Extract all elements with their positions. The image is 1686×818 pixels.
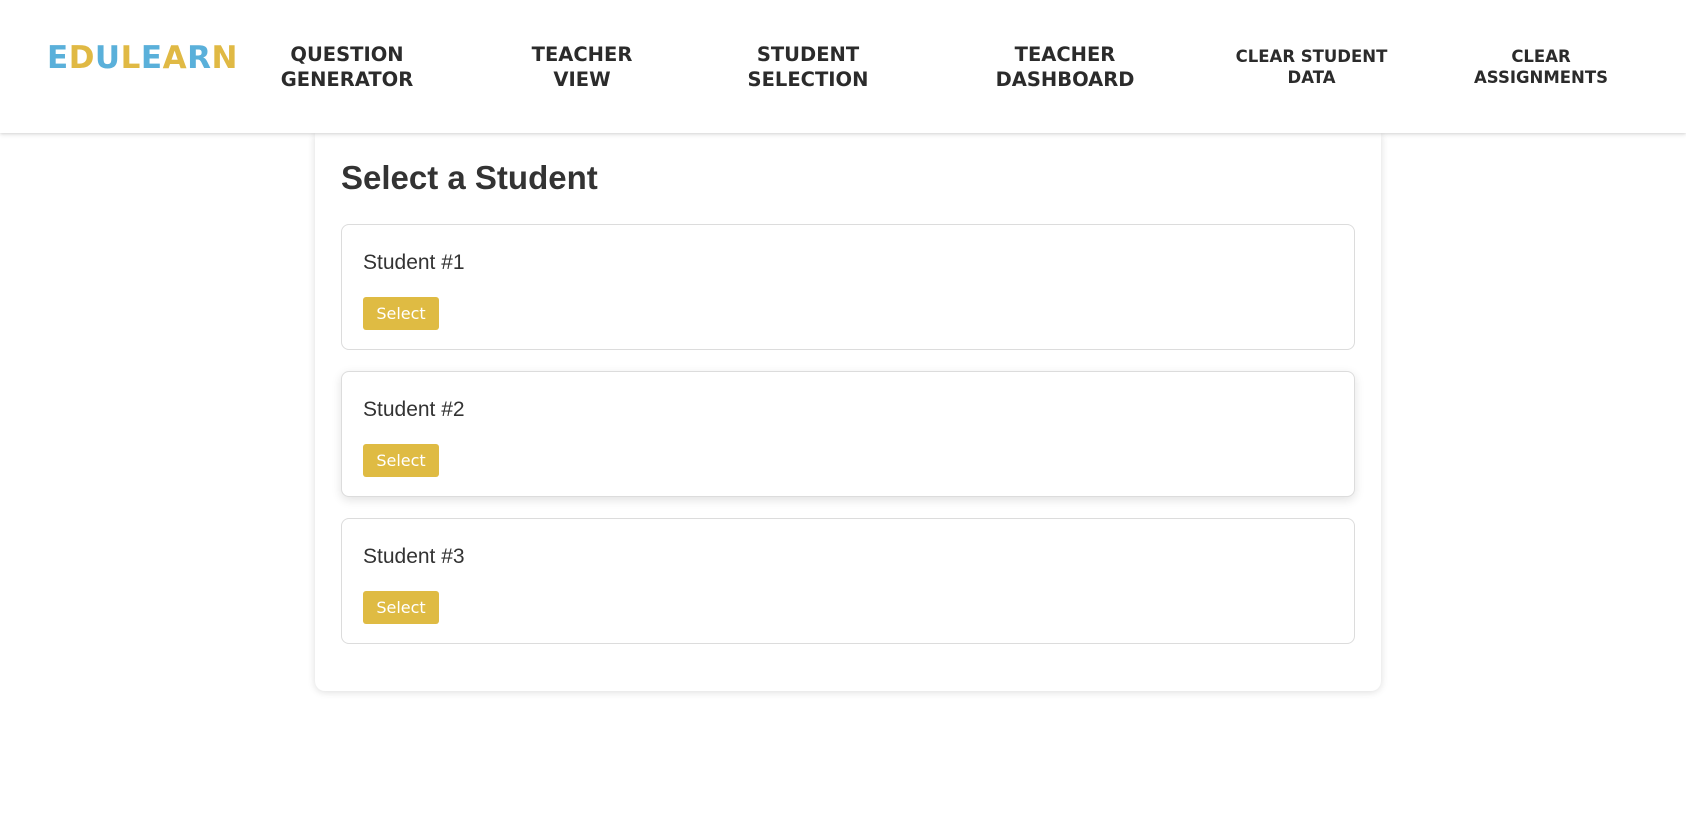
logo-letter: E <box>47 40 69 76</box>
nav-label-line: TEACHER <box>531 42 633 66</box>
nav-label-line: ASSIGNMENTS <box>1474 67 1608 87</box>
student-card: Student #3 Select <box>341 518 1355 644</box>
nav-label-line: DASHBOARD <box>995 67 1135 91</box>
nav-label-line: DATA <box>1287 67 1336 87</box>
nav-label-line: SELECTION <box>747 67 869 91</box>
student-name: Student #3 <box>363 545 465 568</box>
nav-label-line: CLEAR <box>1511 46 1571 66</box>
student-name: Student #2 <box>363 398 465 421</box>
nav-teacher-dashboard[interactable]: TEACHER DASHBOARD <box>985 0 1145 133</box>
logo-letter: E <box>140 40 163 76</box>
nav-clear-assignments[interactable]: CLEAR ASSIGNMENTS <box>1467 0 1615 133</box>
select-student-button[interactable]: Select <box>363 591 439 624</box>
top-navbar: EDULEARN QUESTION GENERATOR TEACHER VIEW… <box>0 0 1686 133</box>
nav-clear-student-data[interactable]: CLEAR STUDENT DATA <box>1230 0 1393 133</box>
logo-letter: D <box>68 40 95 76</box>
student-selection-panel: Select a Student Student #1 Select Stude… <box>315 133 1381 691</box>
student-card: Student #1 Select <box>341 224 1355 350</box>
logo-letter: U <box>94 40 121 76</box>
nav-label-line: GENERATOR <box>280 67 414 91</box>
student-card: Student #2 Select <box>341 371 1355 497</box>
student-name: Student #1 <box>363 251 465 274</box>
page-title: Select a Student <box>341 159 598 196</box>
select-student-button[interactable]: Select <box>363 444 439 477</box>
logo-letter: A <box>162 40 188 76</box>
nav-label-line: CLEAR STUDENT <box>1235 46 1388 66</box>
nav-teacher-view[interactable]: TEACHER VIEW <box>517 0 647 133</box>
logo-letter: L <box>120 40 141 76</box>
nav-label-line: VIEW <box>553 67 611 91</box>
nav-question-generator[interactable]: QUESTION GENERATOR <box>266 0 428 133</box>
nav-label-line: TEACHER <box>1014 42 1116 66</box>
edulearn-logo[interactable]: EDULEARN <box>47 40 238 76</box>
logo-letter: N <box>211 40 238 76</box>
select-student-button[interactable]: Select <box>363 297 439 330</box>
logo-letter: R <box>187 40 212 76</box>
nav-student-selection[interactable]: STUDENT SELECTION <box>738 0 878 133</box>
nav-label-line: STUDENT <box>756 42 860 66</box>
nav-label-line: QUESTION <box>290 42 404 66</box>
